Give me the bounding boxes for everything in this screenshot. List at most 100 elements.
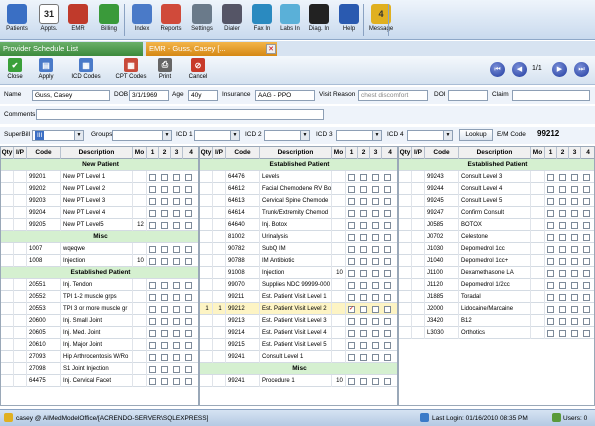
- ip-cell[interactable]: [412, 219, 425, 231]
- modifier-checkbox-4[interactable]: [583, 294, 590, 301]
- modifier-checkbox-2[interactable]: [559, 222, 566, 229]
- ip-cell[interactable]: [213, 315, 226, 327]
- ip-cell[interactable]: [412, 207, 425, 219]
- modifier-checkbox-2[interactable]: [559, 270, 566, 277]
- ip-cell[interactable]: [14, 279, 27, 291]
- modifier-checkbox-3[interactable]: [372, 198, 379, 205]
- modifier-checkbox-2[interactable]: [161, 354, 168, 361]
- qty-cell[interactable]: [399, 255, 412, 267]
- table-row[interactable]: 99243 Consult Level 3: [399, 171, 594, 183]
- mo-cell[interactable]: 10: [332, 267, 346, 279]
- table-row[interactable]: 99213 Est. Patient Visit Level 3: [200, 315, 397, 327]
- ip-cell[interactable]: [213, 243, 226, 255]
- modifier-checkbox-1[interactable]: [149, 186, 156, 193]
- qty-cell[interactable]: [399, 303, 412, 315]
- toolbar-settings-button[interactable]: Settings: [188, 1, 216, 39]
- modifier-checkbox-4[interactable]: [583, 282, 590, 289]
- ip-cell[interactable]: 1: [213, 303, 226, 315]
- column-header-qty[interactable]: Qty: [1, 147, 14, 159]
- modifier-checkbox-1[interactable]: [348, 174, 355, 181]
- icd1-select[interactable]: ▼: [194, 130, 240, 141]
- mo-cell[interactable]: [531, 243, 545, 255]
- modifier-checkbox-4[interactable]: [185, 378, 192, 385]
- column-header-3[interactable]: 3: [370, 147, 382, 159]
- modifier-checkbox-2[interactable]: [161, 210, 168, 217]
- qty-cell[interactable]: [200, 243, 213, 255]
- modifier-checkbox-3[interactable]: [372, 246, 379, 253]
- qty-cell[interactable]: [399, 267, 412, 279]
- modifier-checkbox-2[interactable]: [360, 378, 367, 385]
- cpt-codes-button[interactable]: ▦ CPT Codes: [112, 58, 150, 80]
- table-row[interactable]: 99247 Confirm Consult: [399, 207, 594, 219]
- toolbar-reports-button[interactable]: Reports: [157, 1, 185, 39]
- column-header-2[interactable]: 2: [159, 147, 171, 159]
- mo-cell[interactable]: [332, 339, 346, 351]
- mo-cell[interactable]: [133, 183, 147, 195]
- modifier-checkbox-4[interactable]: [583, 270, 590, 277]
- qty-cell[interactable]: [1, 375, 14, 387]
- ip-cell[interactable]: [412, 267, 425, 279]
- toolbar-diag-in-button[interactable]: Diag. In: [305, 1, 333, 39]
- qty-cell[interactable]: [1, 219, 14, 231]
- table-row[interactable]: J1030 Depomedrol 1cc: [399, 243, 594, 255]
- mo-cell[interactable]: [332, 219, 346, 231]
- ip-cell[interactable]: [213, 339, 226, 351]
- qty-cell[interactable]: [200, 255, 213, 267]
- table-row[interactable]: 20600 Inj. Small Joint: [1, 315, 198, 327]
- modifier-checkbox-1[interactable]: [547, 222, 554, 229]
- table-row[interactable]: 64476 Levels: [200, 171, 397, 183]
- modifier-checkbox-3[interactable]: [372, 354, 379, 361]
- superbill-select[interactable]: III ▼: [32, 130, 84, 141]
- table-row[interactable]: 99214 Est. Patient Visit Level 4: [200, 327, 397, 339]
- close-button[interactable]: ✔ Close: [3, 58, 27, 80]
- modifier-checkbox-1[interactable]: [149, 294, 156, 301]
- modifier-checkbox-1[interactable]: [547, 282, 554, 289]
- modifier-checkbox-4[interactable]: [185, 282, 192, 289]
- ip-cell[interactable]: [14, 315, 27, 327]
- first-page-icon[interactable]: ⏮: [490, 62, 505, 77]
- ip-cell[interactable]: [213, 291, 226, 303]
- table-row[interactable]: 1007 wqeqwe: [1, 243, 198, 255]
- modifier-checkbox-1[interactable]: [547, 234, 554, 241]
- mo-cell[interactable]: [332, 315, 346, 327]
- modifier-checkbox-4[interactable]: [384, 318, 391, 325]
- modifier-checkbox-1[interactable]: [348, 258, 355, 265]
- column-header-4[interactable]: 4: [183, 147, 198, 159]
- mo-cell[interactable]: 10: [332, 375, 346, 387]
- modifier-checkbox-2[interactable]: [360, 330, 367, 337]
- ip-cell[interactable]: [412, 195, 425, 207]
- modifier-checkbox-1[interactable]: [348, 222, 355, 229]
- chevron-down-icon[interactable]: ▼: [74, 131, 83, 140]
- qty-cell[interactable]: [200, 279, 213, 291]
- column-header-qty[interactable]: Qty: [399, 147, 412, 159]
- mo-cell[interactable]: [531, 195, 545, 207]
- modifier-checkbox-2[interactable]: [161, 282, 168, 289]
- insurance-field[interactable]: AAG - PPO: [255, 90, 315, 101]
- qty-cell[interactable]: [200, 231, 213, 243]
- modifier-checkbox-2[interactable]: [161, 318, 168, 325]
- dob-field[interactable]: 3/1/1969: [129, 90, 169, 101]
- qty-cell[interactable]: [1, 243, 14, 255]
- ip-cell[interactable]: [213, 231, 226, 243]
- modifier-checkbox-1[interactable]: [348, 186, 355, 193]
- mo-cell[interactable]: [332, 303, 346, 315]
- mo-cell[interactable]: [332, 207, 346, 219]
- mo-cell[interactable]: [133, 291, 147, 303]
- modifier-checkbox-3[interactable]: [571, 258, 578, 265]
- column-header-description[interactable]: Description: [260, 147, 332, 159]
- table-row[interactable]: 99202 New PT Level 2: [1, 183, 198, 195]
- ip-cell[interactable]: [14, 195, 27, 207]
- modifier-checkbox-1[interactable]: [547, 258, 554, 265]
- toolbar-message-button[interactable]: 4 Message: [367, 1, 395, 39]
- age-field[interactable]: 40y: [188, 90, 218, 101]
- modifier-checkbox-2[interactable]: [559, 234, 566, 241]
- modifier-checkbox-3[interactable]: [372, 342, 379, 349]
- column-header-mo[interactable]: Mo: [531, 147, 545, 159]
- mo-cell[interactable]: [332, 255, 346, 267]
- modifier-checkbox-3[interactable]: [571, 318, 578, 325]
- mo-cell[interactable]: [133, 207, 147, 219]
- mo-cell[interactable]: [133, 363, 147, 375]
- modifier-checkbox-1[interactable]: [547, 306, 554, 313]
- modifier-checkbox-2[interactable]: [360, 306, 367, 313]
- modifier-checkbox-1[interactable]: [348, 318, 355, 325]
